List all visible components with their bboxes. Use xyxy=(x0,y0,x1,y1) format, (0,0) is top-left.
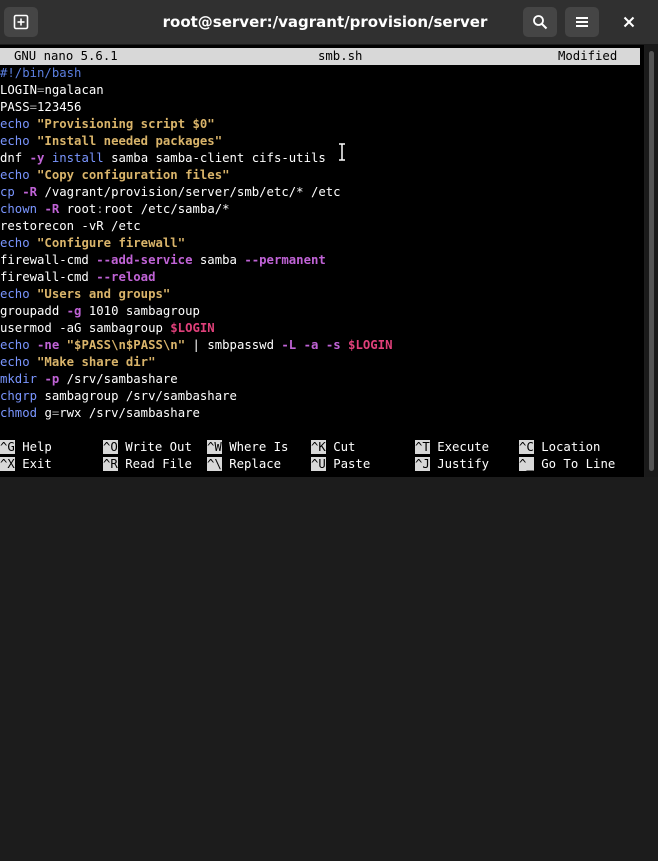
close-button[interactable] xyxy=(612,7,646,37)
shortcut-justify[interactable]: ^J Justify xyxy=(415,456,489,473)
text-cursor-icon xyxy=(339,143,345,161)
code-line: usermod -aG sambagroup $LOGIN xyxy=(0,321,215,335)
code-line: chown -R root:root /etc/samba/* xyxy=(0,202,230,216)
file-name: smb.sh xyxy=(318,49,363,63)
code-line: dnf -y install samba samba-client cifs-u… xyxy=(0,151,326,165)
shortcut-write-out[interactable]: ^O Write Out xyxy=(103,439,192,456)
code-line: echo "Configure firewall" xyxy=(0,236,186,250)
shortcut-cut[interactable]: ^K Cut xyxy=(311,439,355,456)
code-line: echo "Provisioning script $0" xyxy=(0,117,215,131)
code-line: groupadd -g 1010 sambagroup xyxy=(0,304,200,318)
shortcut-where-is[interactable]: ^W Where Is xyxy=(207,439,288,456)
shortcut-help[interactable]: ^G Help xyxy=(0,439,52,456)
nano-header-bar: GNU nano 5.6.1 smb.sh Modified xyxy=(0,48,640,65)
code-line: echo "Install needed packages" xyxy=(0,134,223,148)
code-line: echo "Copy configuration files" xyxy=(0,168,230,182)
window-title: root@server:/vagrant/provision/server xyxy=(162,13,488,31)
code-line: cp -R /vagrant/provision/server/smb/etc/… xyxy=(0,185,341,199)
code-line: echo -ne "$PASS\n$PASS\n" | smbpasswd -L… xyxy=(0,338,393,352)
code-line: mkdir -p /srv/sambashare xyxy=(0,372,178,386)
new-tab-icon xyxy=(13,14,29,30)
shortcut-paste[interactable]: ^U Paste xyxy=(311,456,370,473)
code-line: #!/bin/bash xyxy=(0,66,82,80)
close-icon xyxy=(623,16,635,28)
shortcut-exit[interactable]: ^X Exit xyxy=(0,456,52,473)
shortcut-execute[interactable]: ^T Execute xyxy=(415,439,489,456)
code-line: firewall-cmd --reload xyxy=(0,270,156,284)
shortcut-location[interactable]: ^C Location xyxy=(519,439,600,456)
code-line: echo "Make share dir" xyxy=(0,355,156,369)
code-line: chmod g=rwx /srv/sambashare xyxy=(0,406,200,420)
code-line: firewall-cmd --add-service samba --perma… xyxy=(0,253,326,267)
code-line: PASS=123456 xyxy=(0,100,82,114)
search-icon xyxy=(533,15,548,30)
code-line: chgrp sambagroup /srv/sambashare xyxy=(0,389,237,403)
code-line: echo "Users and groups" xyxy=(0,287,171,301)
modified-status: Modified xyxy=(558,49,618,63)
menu-button[interactable] xyxy=(565,7,599,37)
new-tab-button[interactable] xyxy=(4,7,38,37)
scrollbar-thumb[interactable] xyxy=(649,51,654,471)
nano-version: GNU nano 5.6.1 xyxy=(14,49,118,63)
hamburger-menu-icon xyxy=(576,17,588,27)
terminal-area[interactable]: GNU nano 5.6.1 smb.sh Modified #!/bin/ba… xyxy=(0,45,644,477)
code-line: restorecon -vR /etc xyxy=(0,219,141,233)
shortcut-bar: ^G Help ^O Write Out ^W Where Is ^K Cut … xyxy=(0,440,644,844)
shortcut-replace[interactable]: ^\ Replace xyxy=(207,456,281,473)
vertical-scrollbar[interactable] xyxy=(645,45,658,477)
search-button[interactable] xyxy=(523,7,557,37)
shortcut-read-file[interactable]: ^R Read File xyxy=(103,456,192,473)
shortcut-go-to-line[interactable]: ^_ Go To Line xyxy=(519,456,615,473)
code-line: LOGIN=ngalacan xyxy=(0,83,104,97)
window-titlebar: root@server:/vagrant/provision/server xyxy=(0,0,658,45)
